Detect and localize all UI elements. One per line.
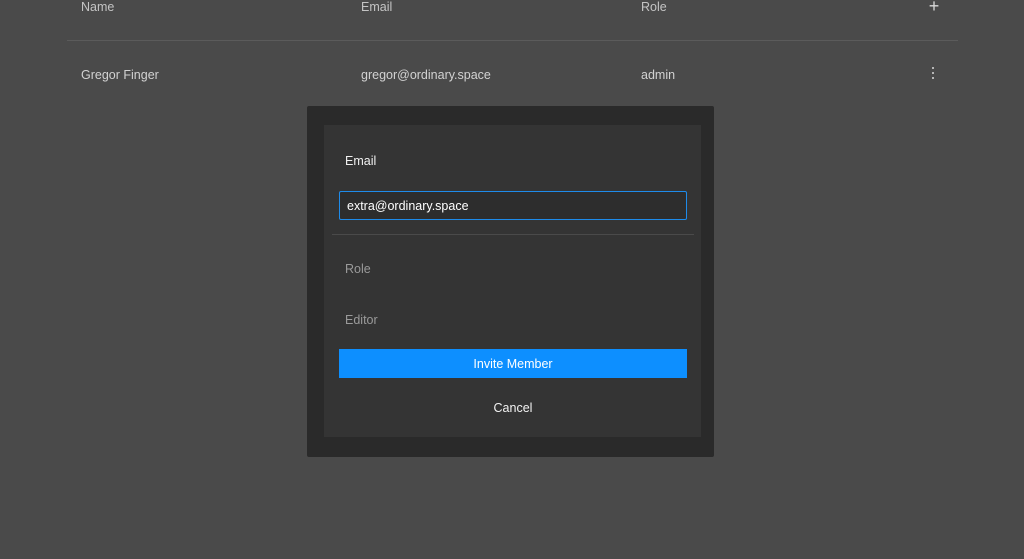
cancel-button[interactable]: Cancel [339, 396, 687, 420]
table-row: Gregor Finger gregor@ordinary.space admi… [67, 60, 958, 90]
divider [332, 234, 694, 235]
invite-form: Email Role Editor Invite Member Cancel [324, 125, 701, 437]
more-vertical-icon[interactable] [927, 64, 939, 86]
column-header-name: Name [81, 0, 115, 14]
plus-icon[interactable]: + [924, 0, 944, 16]
role-label: Role [345, 262, 371, 276]
email-input[interactable] [339, 191, 687, 220]
member-email: gregor@ordinary.space [361, 68, 491, 82]
member-name: Gregor Finger [81, 68, 159, 82]
member-role: admin [641, 68, 676, 82]
invite-member-dialog: Email Role Editor Invite Member Cancel [307, 106, 714, 457]
invite-member-button[interactable]: Invite Member [339, 349, 687, 378]
column-header-role: Role [641, 0, 667, 14]
members-page: Name Email Role + Gregor Finger gregor@o… [0, 0, 1024, 559]
column-header-email: Email [361, 0, 393, 14]
role-select[interactable]: Editor [345, 313, 378, 327]
members-table-header: Name Email Role + [67, 0, 958, 41]
email-label: Email [345, 154, 377, 168]
